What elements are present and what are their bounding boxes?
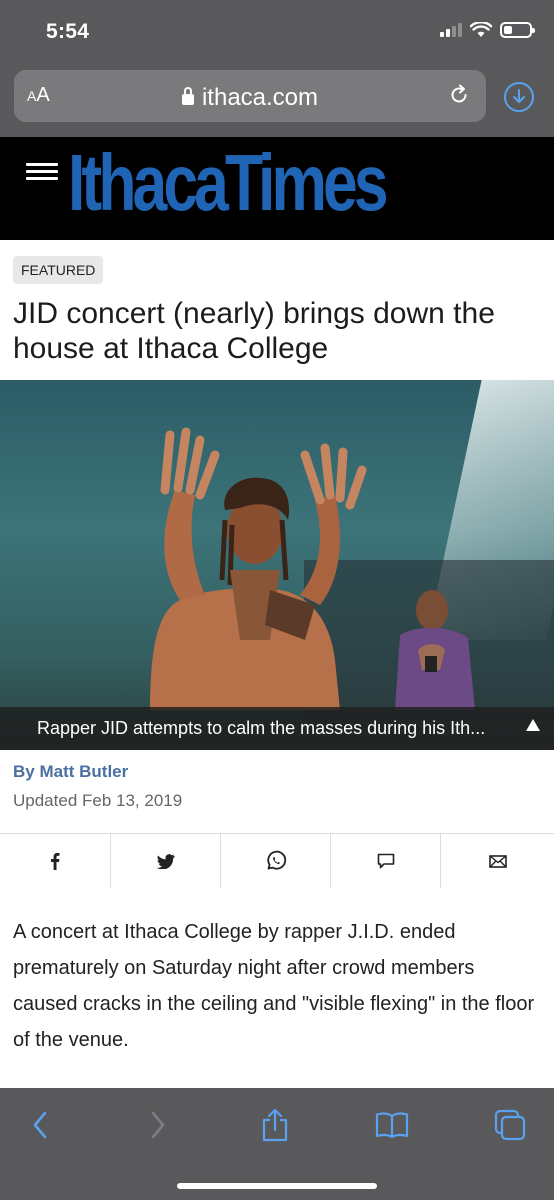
forward-button[interactable] — [138, 1108, 178, 1142]
article-body-paragraph: A concert at Ithaca College by rapper J.… — [13, 921, 535, 1051]
forward-icon — [151, 1111, 165, 1139]
comment-icon — [377, 853, 394, 869]
featured-badge: FEATURED — [13, 256, 104, 284]
share-facebook-button[interactable] — [0, 834, 110, 888]
back-icon — [33, 1111, 47, 1139]
share-comment-button[interactable] — [330, 834, 440, 888]
tabs-button[interactable] — [490, 1108, 530, 1142]
whatsapp-icon — [266, 850, 286, 870]
article-byline[interactable]: By Matt Butler — [13, 762, 128, 782]
reload-icon[interactable] — [448, 84, 470, 106]
downloads-button[interactable] — [504, 82, 534, 112]
article-headline: JID concert (nearly) brings down the hou… — [13, 297, 495, 365]
battery-icon — [500, 22, 535, 38]
cellular-signal-icon — [440, 23, 462, 37]
bookmarks-button[interactable] — [372, 1108, 412, 1142]
caption-expand-icon[interactable] — [526, 719, 540, 731]
article-hero-image[interactable]: Rapper JID attempts to calm the masses d… — [0, 380, 554, 750]
share-page-button[interactable] — [255, 1108, 295, 1142]
back-button[interactable] — [20, 1108, 60, 1142]
share-bar — [0, 833, 554, 888]
share-email-button[interactable] — [440, 834, 554, 888]
browser-chrome-top: 5:54 AA ithaca.com — [0, 0, 554, 137]
share-whatsapp-button[interactable] — [220, 834, 330, 888]
facebook-icon — [51, 853, 60, 870]
share-twitter-button[interactable] — [110, 834, 220, 888]
twitter-icon — [156, 853, 175, 869]
home-indicator[interactable] — [177, 1183, 377, 1189]
article-updated-date: Updated Feb 13, 2019 — [13, 791, 183, 810]
download-arrow-icon — [513, 89, 525, 103]
menu-hamburger-icon[interactable] — [26, 163, 58, 181]
lock-icon — [181, 87, 194, 105]
url-text: ithaca.com — [201, 84, 319, 111]
wifi-icon — [470, 22, 492, 37]
image-caption: Rapper JID attempts to calm the masses d… — [0, 707, 554, 750]
tabs-icon — [494, 1109, 526, 1141]
performer-photo — [150, 427, 475, 710]
status-time: 5:54 — [46, 20, 90, 43]
site-header: IthacaTimes — [0, 137, 554, 240]
site-logo[interactable]: IthacaTimes — [68, 139, 389, 227]
email-icon — [488, 854, 507, 868]
status-bar: 5:54 — [0, 0, 554, 62]
share-icon — [262, 1108, 288, 1142]
bookmarks-icon — [375, 1112, 409, 1139]
url-display[interactable]: ithaca.com — [14, 84, 486, 112]
address-bar[interactable]: AA ithaca.com — [14, 70, 486, 122]
status-icons — [440, 22, 535, 38]
